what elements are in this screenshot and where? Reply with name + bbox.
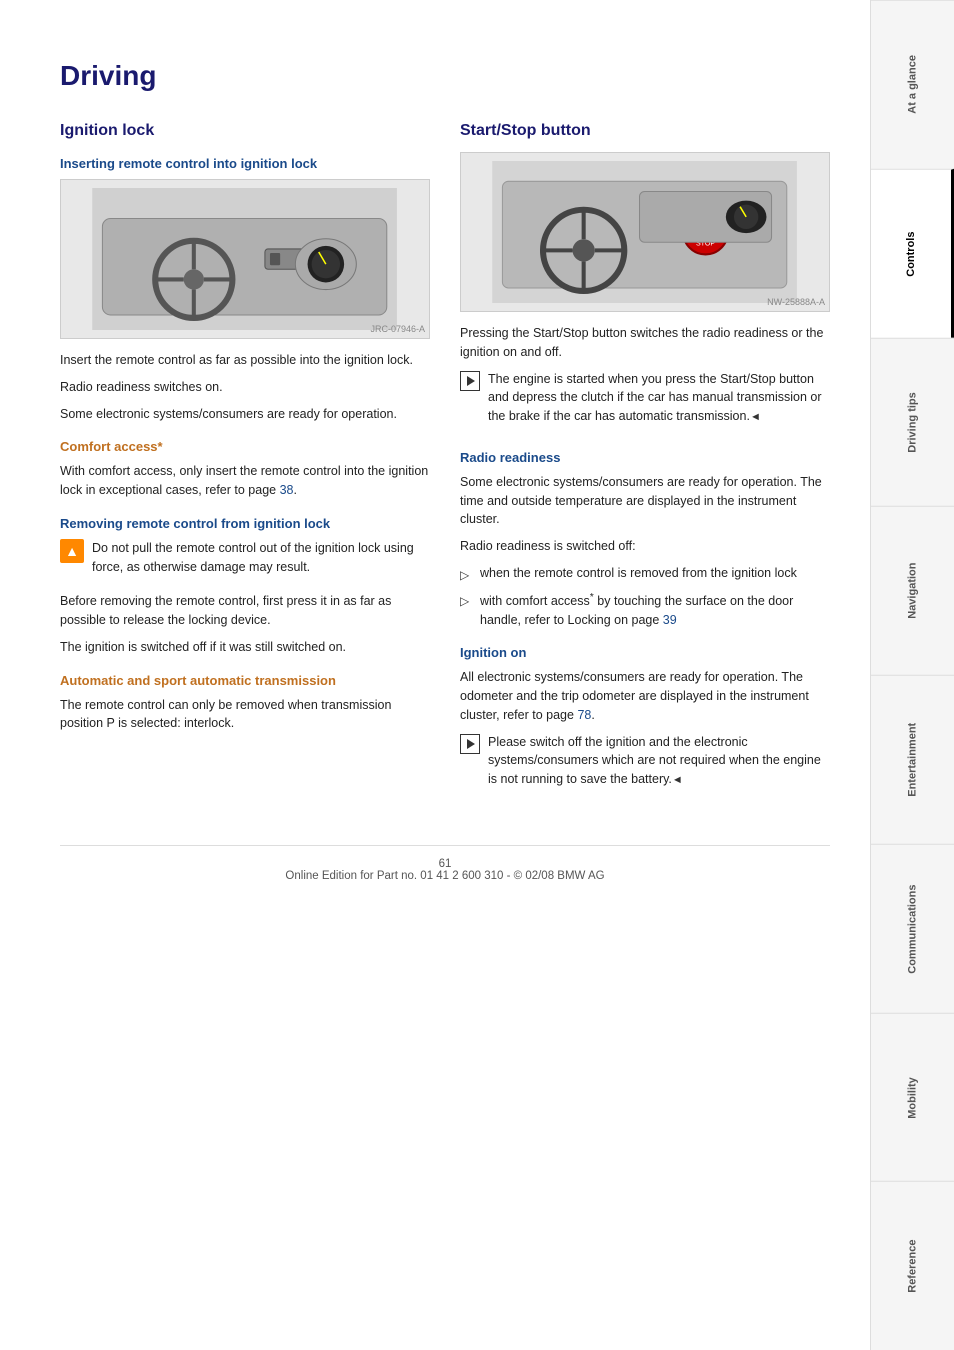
page-title: Driving xyxy=(60,60,830,92)
removing-title: Removing remote control from ignition lo… xyxy=(60,516,430,531)
sidebar-item-controls[interactable]: Controls xyxy=(871,169,954,338)
radio-para1: Some electronic systems/consumers are re… xyxy=(460,473,830,529)
auto-title: Automatic and sport automatic transmissi… xyxy=(60,673,430,688)
inserting-title: Inserting remote control into ignition l… xyxy=(60,156,430,171)
battery-save-note: Please switch off the ignition and the e… xyxy=(460,733,830,797)
ignition-lock-title: Ignition lock xyxy=(60,122,430,140)
locking-page-link[interactable]: 39 xyxy=(663,613,677,627)
bullet-arrow-1: ▷ xyxy=(460,566,472,584)
page-footer: 61 Online Edition for Part no. 01 41 2 6… xyxy=(60,845,830,882)
auto-para: The remote control can only be removed w… xyxy=(60,696,430,734)
play-icon-1 xyxy=(460,371,480,391)
insert-para3: Some electronic systems/consumers are re… xyxy=(60,405,430,424)
radio-readiness-title: Radio readiness xyxy=(460,450,830,465)
comfort-page-link[interactable]: 38 xyxy=(280,483,294,497)
engine-start-text: The engine is started when you press the… xyxy=(488,370,830,426)
sidebar-item-communications[interactable]: Communications xyxy=(871,844,954,1013)
sidebar-item-entertainment[interactable]: Entertainment xyxy=(871,675,954,844)
radio-bullet-list: ▷ when the remote control is removed fro… xyxy=(460,564,830,630)
bullet-text-2: with comfort access* by touching the sur… xyxy=(480,590,830,630)
startstop-image: START STOP NW-25888A-A xyxy=(460,152,830,312)
ignition-on-title: Ignition on xyxy=(460,645,830,660)
bullet-item-1: ▷ when the remote control is removed fro… xyxy=(460,564,830,584)
battery-save-text: Please switch off the ignition and the e… xyxy=(488,733,830,789)
sidebar-item-driving-tips[interactable]: Driving tips xyxy=(871,338,954,507)
comfort-title: Comfort access* xyxy=(60,439,430,454)
ignition-image: JRC-07946-A xyxy=(60,179,430,339)
ignition-page-link[interactable]: 78 xyxy=(577,708,591,722)
sidebar-item-mobility[interactable]: Mobility xyxy=(871,1013,954,1182)
left-column: Ignition lock Inserting remote control i… xyxy=(60,122,430,805)
ignition-para1: All electronic systems/consumers are rea… xyxy=(460,668,830,724)
two-column-layout: Ignition lock Inserting remote control i… xyxy=(60,122,830,805)
sidebar: At a glance Controls Driving tips Naviga… xyxy=(870,0,954,1350)
insert-para2: Radio readiness switches on. xyxy=(60,378,430,397)
engine-start-note: The engine is started when you press the… xyxy=(460,370,830,434)
image2-label: NW-25888A-A xyxy=(767,297,825,307)
page-number: 61 xyxy=(439,858,452,870)
back-arrow-1: ◄ xyxy=(750,411,761,423)
sidebar-item-at-a-glance[interactable]: At a glance xyxy=(871,0,954,169)
image1-label: JRC-07946-A xyxy=(370,324,425,334)
footer-text: Online Edition for Part no. 01 41 2 600 … xyxy=(285,870,604,882)
sidebar-item-reference[interactable]: Reference xyxy=(871,1181,954,1350)
warning-box: ▲ Do not pull the remote control out of … xyxy=(60,539,430,585)
startstop-title: Start/Stop button xyxy=(460,122,830,140)
bullet-arrow-2: ▷ xyxy=(460,592,472,610)
bullet-item-2: ▷ with comfort access* by touching the s… xyxy=(460,590,830,630)
play-icon-2 xyxy=(460,734,480,754)
warning-text: Do not pull the remote control out of th… xyxy=(92,539,430,577)
radio-para2: Radio readiness is switched off: xyxy=(460,537,830,556)
bullet-text-1: when the remote control is removed from … xyxy=(480,564,797,583)
removing-para1: Before removing the remote control, firs… xyxy=(60,592,430,630)
sidebar-item-navigation[interactable]: Navigation xyxy=(871,506,954,675)
back-arrow-2: ◄ xyxy=(672,774,683,786)
right-column: Start/Stop button START STOP xyxy=(460,122,830,805)
warning-icon: ▲ xyxy=(60,539,84,563)
main-content: Driving Ignition lock Inserting remote c… xyxy=(0,0,870,1350)
removing-para2: The ignition is switched off if it was s… xyxy=(60,638,430,657)
insert-para1: Insert the remote control as far as poss… xyxy=(60,351,430,370)
startstop-para: Pressing the Start/Stop button switches … xyxy=(460,324,830,362)
comfort-para: With comfort access, only insert the rem… xyxy=(60,462,430,500)
